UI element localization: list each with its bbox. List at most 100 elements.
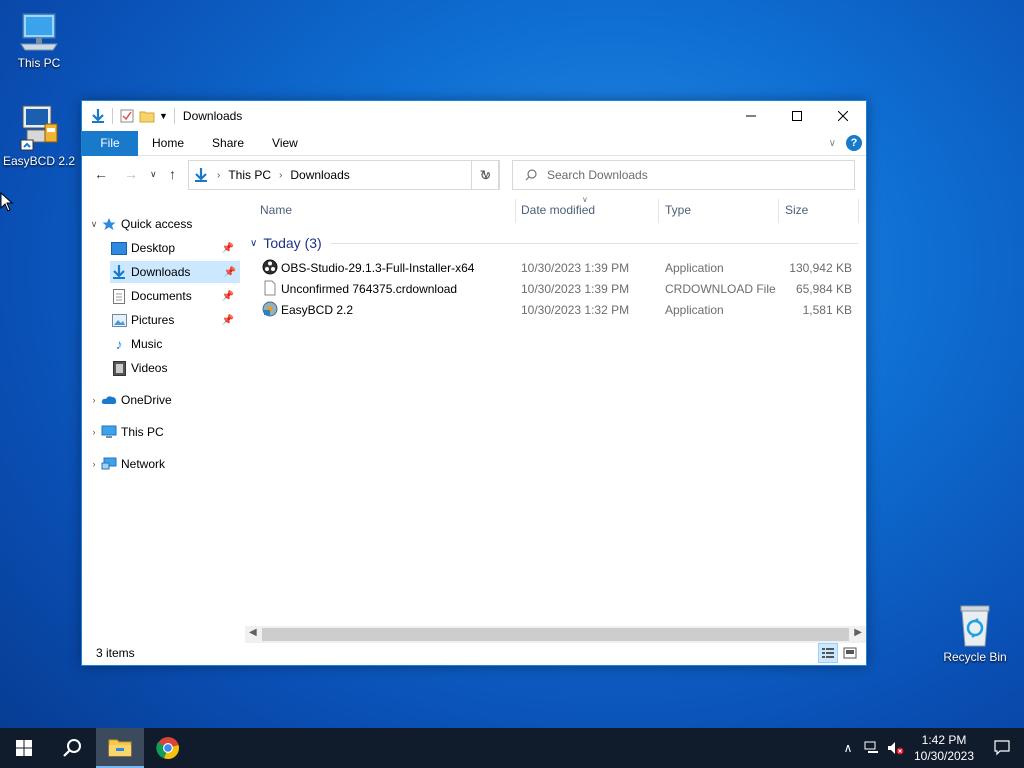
star-icon <box>100 216 118 232</box>
nav-network[interactable]: › Network <box>88 453 238 475</box>
recent-locations-chevron-icon[interactable]: ∨ <box>150 169 157 180</box>
close-button[interactable] <box>820 101 866 131</box>
nav-item-label: Pictures <box>131 313 175 327</box>
nav-item-documents[interactable]: Documents 📌 <box>110 285 238 307</box>
search-input[interactable] <box>547 168 827 182</box>
breadcrumb-chevron-icon[interactable]: › <box>217 170 220 181</box>
desktop-icon-label: EasyBCD 2.2 <box>2 154 76 168</box>
folder-icon <box>108 739 132 757</box>
scroll-left-arrow-icon[interactable]: ◀ <box>249 627 257 638</box>
column-header-type[interactable]: Type <box>665 203 691 217</box>
large-icons-view-button[interactable] <box>840 643 860 663</box>
nav-item-desktop[interactable]: Desktop 📌 <box>110 237 238 259</box>
desktop-icon-this-pc[interactable]: This PC <box>0 10 79 70</box>
collapse-chevron-icon[interactable]: ∨ <box>88 219 100 230</box>
search-icon <box>63 739 81 757</box>
pin-icon[interactable]: 📌 <box>222 291 234 302</box>
help-icon[interactable]: ? <box>846 135 862 151</box>
window-title: Downloads <box>182 109 243 123</box>
column-header-name[interactable]: Name <box>260 203 292 217</box>
navigation-bar: ← → ∨ ↑ › This PC › Downloads ∨ ↻ <box>82 157 866 193</box>
title-bar[interactable]: ▼ Downloads <box>82 101 866 131</box>
nav-onedrive[interactable]: › OneDrive <box>88 389 238 411</box>
address-bar[interactable]: › This PC › Downloads ∨ <box>188 160 499 190</box>
breadcrumb-downloads[interactable]: Downloads <box>290 168 349 182</box>
breadcrumb-chevron-icon[interactable]: › <box>279 170 282 181</box>
taskbar-file-explorer[interactable] <box>96 728 144 768</box>
item-count: 3 items <box>96 646 135 660</box>
divider <box>173 108 175 124</box>
clock[interactable]: 1:42 PM 10/30/2023 <box>908 732 980 764</box>
back-arrow-icon[interactable]: ← <box>94 166 108 182</box>
nav-item-music[interactable]: ♪ Music <box>110 333 238 355</box>
nav-item-label: Network <box>121 457 166 471</box>
pin-icon[interactable]: 📌 <box>222 243 234 254</box>
breadcrumb-this-pc[interactable]: This PC <box>228 168 271 182</box>
details-view-button[interactable] <box>818 643 838 663</box>
status-bar: 3 items <box>82 641 866 665</box>
column-divider[interactable] <box>515 199 516 223</box>
collapse-group-chevron-icon[interactable]: ∨ <box>250 238 257 249</box>
column-header-date[interactable]: Date modified <box>521 203 595 217</box>
nav-item-label: Videos <box>131 361 168 375</box>
nav-item-label: Documents <box>131 289 192 303</box>
nav-item-pictures[interactable]: Pictures 📌 <box>110 309 238 331</box>
nav-item-videos[interactable]: Videos <box>110 357 238 379</box>
column-divider[interactable] <box>778 199 779 223</box>
action-center-button[interactable] <box>980 740 1024 756</box>
nav-item-label: This PC <box>121 425 164 439</box>
desktop-icon-easybcd[interactable]: EasyBCD 2.2 <box>0 104 79 168</box>
monitor-icon <box>20 13 58 51</box>
show-hidden-icons-chevron-icon[interactable]: ∧ <box>836 741 860 755</box>
file-row[interactable]: EasyBCD 2.2 10/30/2023 1:32 PM Applicati… <box>248 299 862 320</box>
file-row[interactable]: OBS-Studio-29.1.3-Full-Installer-x64 10/… <box>248 257 862 278</box>
forward-arrow-icon[interactable]: → <box>124 166 138 182</box>
desktop-icon-recycle-bin[interactable]: Recycle Bin <box>935 602 1015 664</box>
tab-home[interactable]: Home <box>138 131 198 156</box>
customize-toolbar-chevron-icon[interactable]: ▼ <box>159 111 168 121</box>
new-folder-icon[interactable] <box>139 108 155 124</box>
expand-ribbon-chevron-icon[interactable]: ∨ <box>829 138 836 149</box>
quick-access-toolbar: ▼ <box>82 108 177 124</box>
group-header-today[interactable]: ∨ Today (3) <box>250 233 858 253</box>
column-header-size[interactable]: Size <box>785 203 808 217</box>
downloads-icon <box>110 264 128 280</box>
nav-item-downloads[interactable]: Downloads 📌 <box>110 261 240 283</box>
pin-icon[interactable]: 📌 <box>224 267 236 278</box>
downloads-arrow-icon <box>92 109 104 123</box>
group-label: Today (3) <box>263 235 322 251</box>
minimize-button[interactable] <box>728 101 774 131</box>
clock-date: 10/30/2023 <box>913 749 975 763</box>
system-tray: ∧ 1:42 PM 10/30/2023 <box>836 728 1024 768</box>
tab-file[interactable]: File <box>82 130 138 156</box>
search-button[interactable] <box>48 728 96 768</box>
expand-chevron-icon[interactable]: › <box>88 427 100 437</box>
network-status-icon[interactable] <box>860 741 884 755</box>
expand-chevron-icon[interactable]: › <box>88 459 100 469</box>
tab-view[interactable]: View <box>258 131 312 156</box>
pin-icon[interactable]: 📌 <box>222 315 234 326</box>
nav-this-pc[interactable]: › This PC <box>88 421 238 443</box>
properties-icon[interactable] <box>119 108 135 124</box>
file-type: CRDOWNLOAD File <box>665 282 776 296</box>
scrollbar-thumb[interactable] <box>262 628 849 641</box>
scroll-right-arrow-icon[interactable]: ▶ <box>854 627 862 638</box>
column-divider[interactable] <box>858 199 859 223</box>
taskbar-chrome[interactable] <box>144 728 192 768</box>
column-divider[interactable] <box>658 199 659 223</box>
search-box[interactable] <box>512 160 855 190</box>
desktop-icon-label: This PC <box>17 56 61 70</box>
file-row[interactable]: Unconfirmed 764375.crdownload 10/30/2023… <box>248 278 862 299</box>
tab-share[interactable]: Share <box>198 131 258 156</box>
expand-chevron-icon[interactable]: › <box>88 395 100 405</box>
nav-quick-access[interactable]: ∨ Quick access <box>88 213 238 235</box>
close-icon <box>838 111 848 121</box>
taskbar: ∧ 1:42 PM 10/30/2023 <box>0 728 1024 768</box>
maximize-button[interactable] <box>774 101 820 131</box>
notification-icon <box>994 740 1010 756</box>
start-button[interactable] <box>0 728 48 768</box>
refresh-button[interactable]: ↻ <box>471 160 500 190</box>
file-type: Application <box>665 261 724 275</box>
up-arrow-icon[interactable]: ↑ <box>169 166 176 182</box>
volume-muted-icon[interactable] <box>884 741 908 755</box>
